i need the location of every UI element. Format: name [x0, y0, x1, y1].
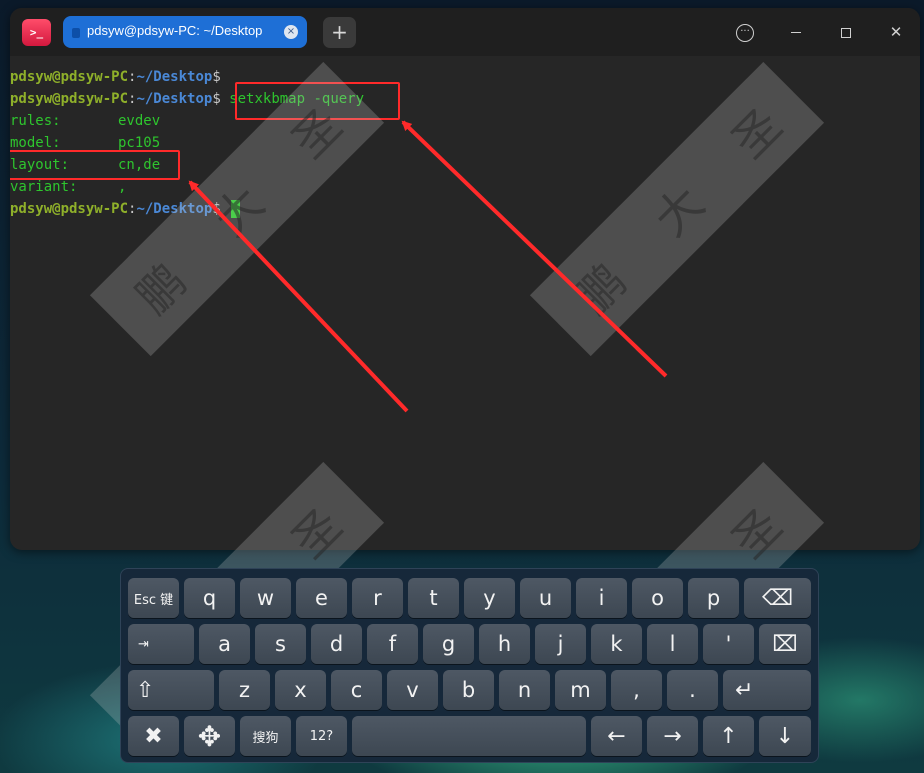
more-options-button[interactable]: ···	[731, 18, 759, 46]
key-n[interactable]: n	[499, 670, 550, 710]
key-m[interactable]: m	[555, 670, 606, 710]
terminal-app-icon[interactable]: >_	[22, 19, 51, 46]
key-comma[interactable]: ,	[611, 670, 662, 710]
key-z[interactable]: z	[219, 670, 270, 710]
key-f[interactable]: f	[367, 624, 418, 664]
key-s[interactable]: s	[255, 624, 306, 664]
key-sogou-input[interactable]: 搜狗	[240, 716, 291, 756]
key-esc[interactable]: Esc 键	[128, 578, 179, 618]
key-a[interactable]: a	[199, 624, 250, 664]
key-symbols[interactable]: 12?	[296, 716, 347, 756]
new-tab-button[interactable]: +	[323, 17, 356, 48]
key-w[interactable]: w	[240, 578, 291, 618]
key-apostrophe[interactable]: '	[703, 624, 754, 664]
key-close-keyboard-icon[interactable]: ✖	[128, 716, 179, 756]
tab-title: pdsyw@pdsyw-PC: ~/Desktop	[87, 23, 263, 38]
key-tab-icon[interactable]: ⇥	[128, 624, 194, 664]
key-arrow-down-icon[interactable]: ↓	[759, 716, 811, 756]
key-space[interactable]	[352, 716, 586, 756]
key-x[interactable]: x	[275, 670, 326, 710]
tab-marker-icon	[72, 28, 80, 38]
key-p[interactable]: p	[688, 578, 739, 618]
prompt-user: pdsyw@pdsyw-PC	[10, 69, 129, 85]
maximize-icon	[841, 27, 851, 38]
maximize-button[interactable]	[832, 18, 860, 46]
prompt-dollar: $	[212, 69, 221, 85]
tab-terminal[interactable]: pdsyw@pdsyw-PC: ~/Desktop ×	[63, 16, 307, 48]
key-y[interactable]: y	[464, 578, 515, 618]
prompt-user: pdsyw@pdsyw-PC	[10, 91, 129, 107]
terminal-window: >_ pdsyw@pdsyw-PC: ~/Desktop × + ··· ✕ p…	[10, 8, 920, 550]
key-enter-icon[interactable]: ↵	[723, 670, 811, 710]
key-shift-icon[interactable]: ⇧	[128, 670, 214, 710]
layout-highlight-box	[10, 150, 180, 180]
key-backspace-icon[interactable]: ⌫	[744, 578, 811, 618]
terminal-output[interactable]: pdsyw@pdsyw-PC:~/Desktop$ pdsyw@pdsyw-PC…	[10, 56, 920, 550]
prompt-user: pdsyw@pdsyw-PC	[10, 201, 129, 217]
key-period[interactable]: .	[667, 670, 718, 710]
key-h[interactable]: h	[479, 624, 530, 664]
key-e[interactable]: e	[296, 578, 347, 618]
prompt-path: ~/Desktop	[136, 91, 213, 107]
key-u[interactable]: u	[520, 578, 571, 618]
tab-close-icon[interactable]: ×	[284, 25, 298, 39]
key-q[interactable]: q	[184, 578, 235, 618]
prompt-line-current: pdsyw@pdsyw-PC:~/Desktop$	[10, 198, 241, 220]
minimize-button[interactable]	[782, 18, 810, 46]
output-key: rules:	[10, 113, 61, 129]
key-v[interactable]: v	[387, 670, 438, 710]
prompt-dollar: $	[212, 91, 221, 107]
key-move-icon[interactable]: ✥	[184, 716, 235, 756]
more-icon: ···	[736, 23, 754, 42]
close-button[interactable]: ✕	[882, 18, 910, 46]
key-delete-icon[interactable]: ⌧	[759, 624, 811, 664]
key-r[interactable]: r	[352, 578, 403, 618]
command-highlight-box	[235, 82, 400, 120]
key-arrow-right-icon[interactable]: →	[647, 716, 698, 756]
key-t[interactable]: t	[408, 578, 459, 618]
key-k[interactable]: k	[591, 624, 642, 664]
text-cursor	[231, 200, 241, 218]
key-arrow-left-icon[interactable]: ←	[591, 716, 642, 756]
prompt-path: ~/Desktop	[136, 201, 213, 217]
key-d[interactable]: d	[311, 624, 362, 664]
key-o[interactable]: o	[632, 578, 683, 618]
prompt-line: pdsyw@pdsyw-PC:~/Desktop$	[10, 66, 221, 88]
key-j[interactable]: j	[535, 624, 586, 664]
key-b[interactable]: b	[443, 670, 494, 710]
key-i[interactable]: i	[576, 578, 627, 618]
key-c[interactable]: c	[331, 670, 382, 710]
output-value: evdev	[118, 113, 161, 129]
on-screen-keyboard: Esc 键 q w e r t y u i o p ⌫ ⇥ a s d f g …	[120, 568, 819, 763]
prompt-dollar: $	[212, 201, 221, 217]
key-l[interactable]: l	[647, 624, 698, 664]
prompt-path: ~/Desktop	[136, 69, 213, 85]
key-g[interactable]: g	[423, 624, 474, 664]
title-bar: >_ pdsyw@pdsyw-PC: ~/Desktop × + ··· ✕	[10, 8, 920, 56]
key-arrow-up-icon[interactable]: ↑	[703, 716, 754, 756]
minimize-icon	[791, 31, 801, 34]
